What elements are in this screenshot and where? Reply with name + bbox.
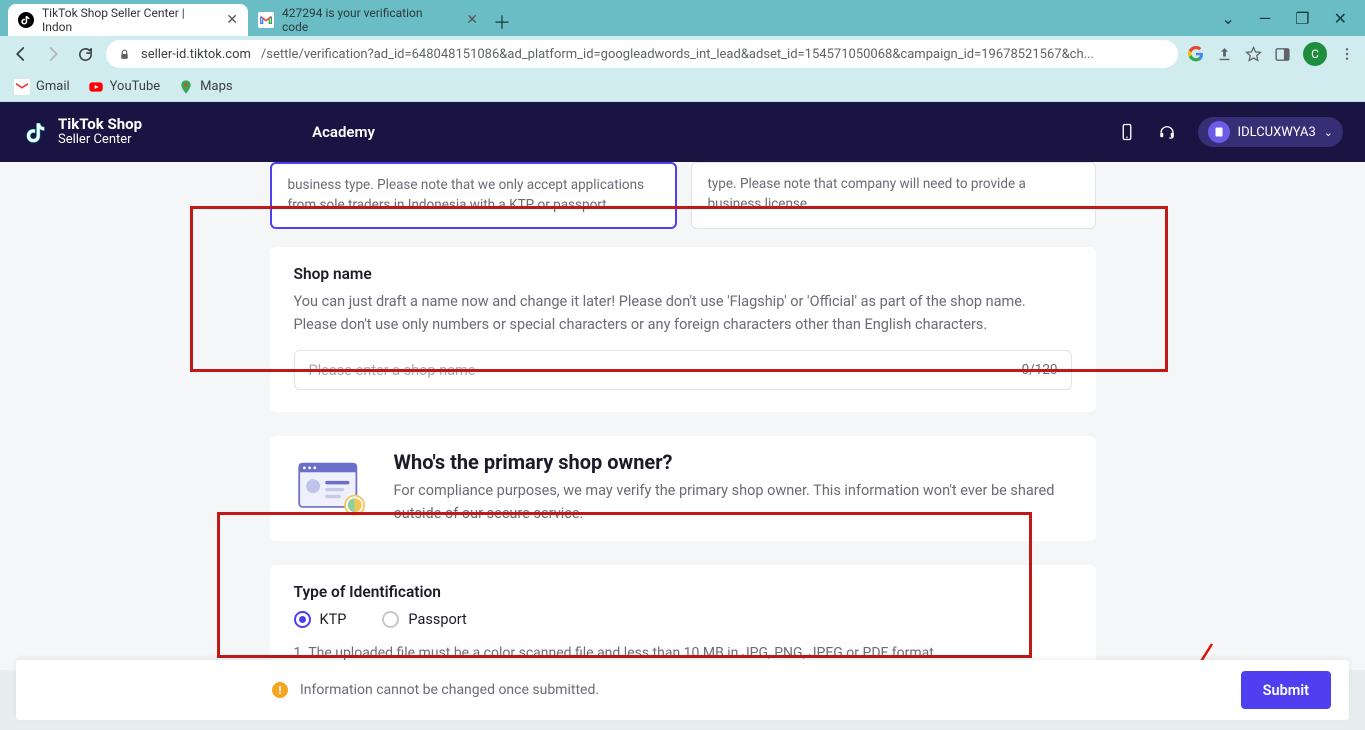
username: IDLCUXWYA3 bbox=[1238, 125, 1316, 140]
profile-avatar[interactable]: C bbox=[1303, 42, 1327, 66]
owner-illustration-icon bbox=[294, 456, 372, 518]
phone-icon[interactable] bbox=[1118, 123, 1136, 141]
lock-icon bbox=[118, 48, 131, 61]
radio-dot-checked bbox=[294, 611, 311, 628]
tab-title: 427294 is your verification code bbox=[282, 6, 446, 34]
radio-dot bbox=[382, 611, 399, 628]
reload-button[interactable] bbox=[74, 43, 96, 65]
minimize-icon[interactable]: — bbox=[1259, 9, 1272, 28]
business-type-corporate[interactable]: type. Please note that company will need… bbox=[691, 162, 1096, 229]
business-type-individual[interactable]: business type. Please note that we only … bbox=[270, 162, 677, 229]
user-avatar-icon bbox=[1208, 121, 1230, 143]
shop-name-help: You can just draft a name now and change… bbox=[294, 291, 1072, 336]
browser-tab-inactive[interactable]: 427294 is your verification code ✕ bbox=[248, 4, 488, 36]
new-tab-button[interactable]: ＋ bbox=[488, 8, 516, 36]
gmail-favicon bbox=[258, 12, 274, 28]
tab-close-icon[interactable]: ✕ bbox=[466, 12, 478, 28]
bookmark-maps[interactable]: Maps bbox=[178, 79, 232, 95]
url-path: /settle/verification?ad_id=648048151086&… bbox=[261, 47, 1094, 62]
identification-section: Type of Identification KTP Passport 1. T… bbox=[270, 565, 1096, 670]
back-button[interactable] bbox=[10, 43, 32, 65]
maximize-icon[interactable]: ❐ bbox=[1295, 9, 1309, 28]
bookmark-youtube[interactable]: YouTube bbox=[88, 79, 161, 95]
bookmark-star-icon[interactable] bbox=[1245, 46, 1262, 63]
info-icon: ! bbox=[272, 682, 288, 698]
address-bar[interactable]: seller-id.tiktok.com/settle/verification… bbox=[106, 40, 1178, 68]
bookmark-gmail[interactable]: Gmail bbox=[14, 79, 70, 95]
kebab-menu-icon[interactable] bbox=[1339, 46, 1355, 62]
bookmarks-bar: Gmail YouTube Maps bbox=[0, 72, 1365, 102]
tiktok-favicon bbox=[18, 12, 34, 28]
close-window-icon[interactable]: ✕ bbox=[1334, 9, 1347, 28]
identification-label: Type of Identification bbox=[294, 583, 1072, 601]
browser-toolbar: seller-id.tiktok.com/settle/verification… bbox=[0, 36, 1365, 72]
brand-logo[interactable]: TikTok Shop Seller Center bbox=[22, 117, 142, 146]
headset-icon[interactable] bbox=[1158, 123, 1176, 141]
shop-name-counter: 0/120 bbox=[1022, 350, 1058, 390]
tab-close-icon[interactable]: ✕ bbox=[226, 12, 238, 28]
url-host: seller-id.tiktok.com bbox=[141, 47, 251, 62]
owner-text: For compliance purposes, we may verify t… bbox=[394, 480, 1072, 525]
submit-button[interactable]: Submit bbox=[1241, 671, 1331, 709]
user-menu[interactable]: IDLCUXWYA3 ⌄ bbox=[1198, 117, 1343, 147]
chevron-down-icon: ⌄ bbox=[1324, 126, 1333, 139]
nav-academy[interactable]: Academy bbox=[312, 123, 375, 141]
browser-tab-active[interactable]: TikTok Shop Seller Center | Indon ✕ bbox=[8, 4, 248, 36]
browser-tab-strip: TikTok Shop Seller Center | Indon ✕ 4272… bbox=[0, 0, 1365, 36]
owner-title: Who's the primary shop owner? bbox=[394, 450, 1072, 474]
sidepanel-icon[interactable] bbox=[1274, 46, 1291, 63]
shop-name-section: Shop name You can just draft a name now … bbox=[270, 247, 1096, 412]
owner-section: Who's the primary shop owner? For compli… bbox=[270, 436, 1096, 541]
brand-line2: Seller Center bbox=[58, 133, 142, 147]
shop-name-label: Shop name bbox=[294, 265, 1072, 283]
tiktok-logo-icon bbox=[22, 119, 48, 145]
radio-passport[interactable]: Passport bbox=[382, 611, 466, 628]
google-icon[interactable] bbox=[1188, 46, 1204, 62]
radio-ktp[interactable]: KTP bbox=[294, 611, 347, 628]
share-icon[interactable] bbox=[1216, 46, 1233, 63]
forward-button[interactable] bbox=[42, 43, 64, 65]
brand-line1: TikTok Shop bbox=[58, 117, 142, 133]
footer-bar: ! Information cannot be changed once sub… bbox=[16, 660, 1349, 720]
app-header: TikTok Shop Seller Center Academy IDLCUX… bbox=[0, 102, 1365, 162]
tab-title: TikTok Shop Seller Center | Indon bbox=[42, 6, 206, 34]
footer-info-text: Information cannot be changed once submi… bbox=[300, 682, 599, 698]
chevron-down-icon[interactable]: ⌄ bbox=[1221, 9, 1234, 28]
shop-name-input[interactable] bbox=[294, 350, 1072, 390]
page-body: business type. Please note that we only … bbox=[0, 162, 1365, 670]
